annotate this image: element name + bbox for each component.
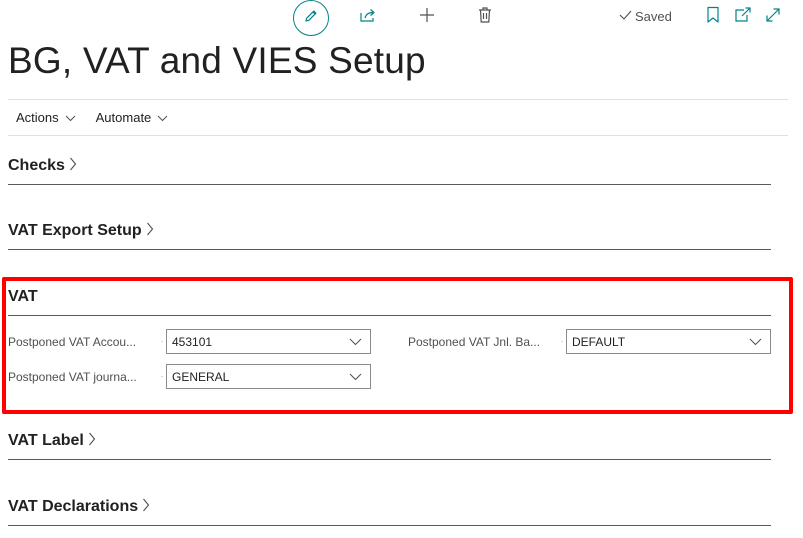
postponed-vat-account-field: Postponed VAT Accou... · 453101 (8, 329, 371, 354)
page-toolbar: Saved (0, 0, 803, 36)
bookmark-icon (706, 6, 720, 29)
trash-icon (477, 6, 493, 29)
postponed-vat-journal-value: GENERAL (172, 369, 230, 384)
postponed-vat-jnl-batch-label: Postponed VAT Jnl. Ba... (408, 334, 541, 349)
section-divider (8, 249, 771, 250)
expand-icon (764, 6, 782, 29)
section-vat-label-title: VAT Label (8, 432, 84, 449)
automate-menu[interactable]: Automate (96, 110, 169, 125)
bookmark-button[interactable] (703, 6, 723, 28)
postponed-vat-journal-select[interactable]: GENERAL (166, 364, 371, 389)
edit-button[interactable] (293, 0, 329, 36)
section-divider (8, 184, 771, 185)
chevron-right-icon (88, 432, 96, 451)
chevron-down-icon (349, 335, 362, 349)
open-in-new-window-button[interactable] (733, 6, 753, 28)
postponed-vat-account-label: Postponed VAT Accou... (8, 334, 137, 349)
field-separator: · (560, 336, 564, 347)
saved-label: Saved (635, 9, 672, 24)
section-checks-title: Checks (8, 157, 65, 174)
chevron-right-icon (69, 157, 77, 176)
field-separator: · (160, 371, 164, 382)
section-divider (8, 459, 771, 460)
section-divider (8, 525, 771, 526)
automate-menu-label: Automate (95, 110, 152, 125)
section-checks: Checks (8, 154, 771, 185)
chevron-right-icon (146, 222, 154, 241)
postponed-vat-jnl-batch-field: Postponed VAT Jnl. Ba... · DEFAULT (408, 329, 771, 354)
section-vat-export-setup: VAT Export Setup (8, 219, 771, 250)
chevron-down-icon (157, 110, 168, 125)
postponed-vat-account-select[interactable]: 453101 (166, 329, 371, 354)
share-button[interactable] (357, 6, 379, 28)
section-vat-declarations: VAT Declarations (8, 495, 771, 526)
page-title: BG, VAT and VIES Setup (8, 40, 426, 81)
plus-icon (418, 6, 436, 29)
postponed-vat-journal-field: Postponed VAT journa... · GENERAL (8, 364, 371, 389)
expand-button[interactable] (763, 6, 783, 28)
section-vat-export-setup-header[interactable]: VAT Export Setup (8, 219, 771, 243)
new-button[interactable] (416, 6, 438, 28)
section-vat-declarations-header[interactable]: VAT Declarations (8, 495, 771, 519)
share-icon (359, 7, 377, 28)
section-vat-label-header[interactable]: VAT Label (8, 429, 771, 453)
section-divider (8, 315, 771, 316)
open-in-new-window-icon (734, 6, 752, 28)
checkmark-icon (619, 9, 632, 24)
chevron-down-icon (749, 335, 762, 349)
section-vat-export-setup-title: VAT Export Setup (8, 222, 142, 239)
action-bar-divider (8, 135, 788, 136)
chevron-right-icon (142, 498, 150, 517)
postponed-vat-jnl-batch-value: DEFAULT (572, 334, 626, 349)
actions-menu-label: Actions (16, 110, 59, 125)
pencil-icon (303, 8, 319, 29)
saved-status: Saved (619, 9, 672, 24)
section-vat-label: VAT Label (8, 429, 771, 460)
section-vat: VAT (8, 285, 771, 316)
actions-menu[interactable]: Actions (16, 110, 76, 125)
postponed-vat-journal-label: Postponed VAT journa... (8, 369, 137, 384)
section-vat-header[interactable]: VAT (8, 285, 771, 309)
chevron-down-icon (349, 370, 362, 384)
postponed-vat-account-value: 453101 (172, 334, 213, 349)
section-vat-title: VAT (8, 288, 38, 305)
chevron-down-icon (65, 110, 76, 125)
delete-button[interactable] (474, 6, 496, 28)
title-divider (8, 99, 788, 100)
section-checks-header[interactable]: Checks (8, 154, 771, 178)
field-separator: · (160, 336, 164, 347)
section-vat-declarations-title: VAT Declarations (8, 498, 139, 515)
postponed-vat-jnl-batch-select[interactable]: DEFAULT (566, 329, 771, 354)
action-bar: Actions Automate (16, 110, 168, 125)
